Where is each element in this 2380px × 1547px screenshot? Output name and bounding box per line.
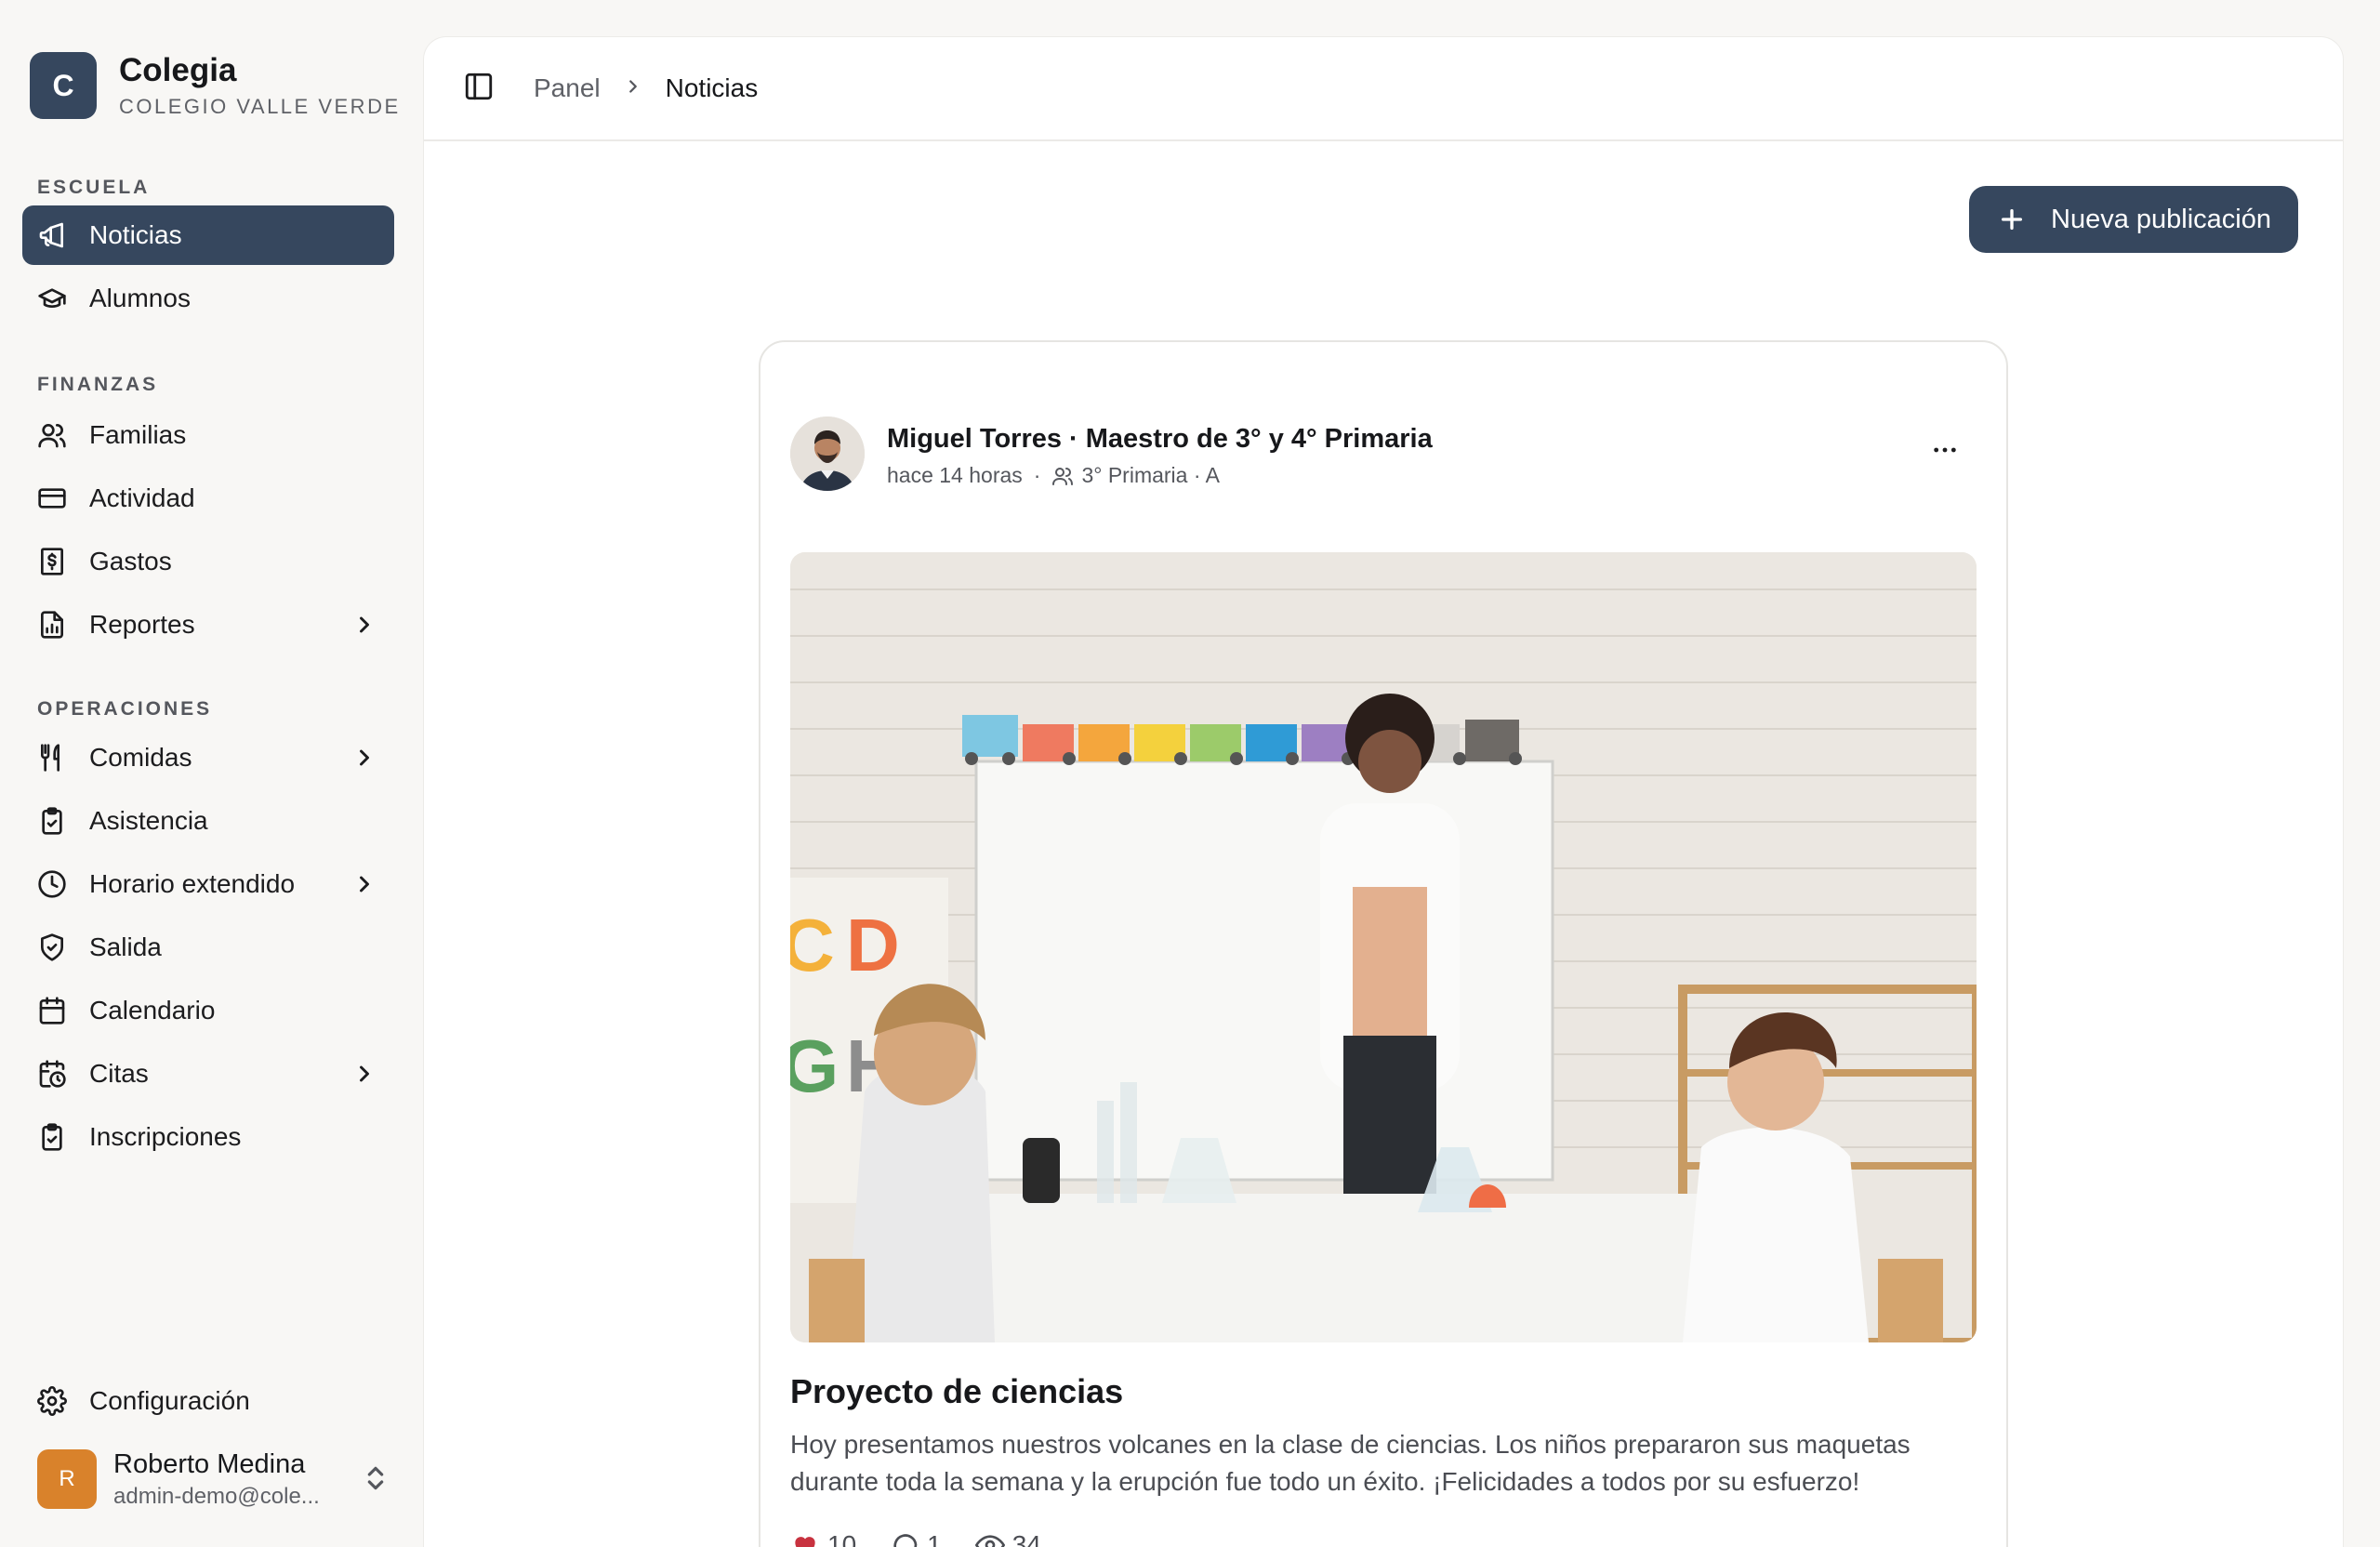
svg-text:G: G: [790, 1025, 839, 1107]
chevron-right-icon: [351, 871, 377, 897]
message-circle-icon: [893, 1534, 918, 1547]
brand-name: Colegia: [119, 52, 237, 88]
user-name: Roberto Medina: [113, 1448, 306, 1479]
brand[interactable]: C Colegia COLEGIO VALLE VERDE: [30, 52, 401, 119]
sidebar-item-reportes[interactable]: Reportes: [22, 595, 394, 654]
calendar-clock-icon: [37, 1059, 67, 1089]
sidebar-item-label: Inscripciones: [89, 1122, 242, 1151]
sidebar-item-label: Noticias: [89, 220, 182, 249]
plus-icon: [2002, 209, 2022, 230]
main-panel: Panel Noticias Nueva publicación Miguel …: [424, 37, 2343, 1547]
sidebar-item-label: Citas: [89, 1059, 149, 1088]
sidebar-item-noticias[interactable]: Noticias: [22, 205, 394, 265]
svg-text:D: D: [846, 904, 900, 986]
brand-logo: C: [30, 52, 97, 119]
breadcrumb-panel[interactable]: Panel: [534, 73, 601, 103]
post-stats: 10 1 34: [790, 1530, 1075, 1547]
topbar: Panel Noticias: [424, 37, 2343, 141]
chevron-right-icon: [351, 745, 377, 771]
sidebar-item-horario-extendido[interactable]: Horario extendido: [22, 854, 394, 914]
sidebar-item-label: Reportes: [89, 610, 195, 639]
calendar-icon: [37, 996, 67, 1025]
section-title-finanzas: FINANZAS: [37, 374, 159, 395]
post-time: hace 14 horas: [887, 463, 1023, 487]
sidebar-item-calendario[interactable]: Calendario: [22, 981, 394, 1040]
heart-icon: [795, 1537, 815, 1547]
like-count: 10: [827, 1530, 857, 1547]
author-avatar[interactable]: [790, 416, 865, 491]
section-title-escuela: ESCUELA: [37, 177, 151, 198]
clock-icon: [37, 869, 67, 899]
sidebar-item-inscripciones[interactable]: Inscripciones: [22, 1107, 394, 1167]
chevron-right-icon: [623, 73, 643, 103]
comment-button[interactable]: 1: [890, 1530, 942, 1547]
sidebar-item-gastos[interactable]: Gastos: [22, 532, 394, 591]
graduation-cap-icon: [37, 284, 67, 313]
sidebar-toggle-icon[interactable]: [463, 71, 495, 107]
users-icon: [1052, 467, 1074, 485]
sidebar-item-label: Salida: [89, 932, 162, 961]
sidebar-item-actividad[interactable]: Actividad: [22, 469, 394, 528]
sidebar-item-label: Familias: [89, 420, 187, 449]
sidebar: C Colegia COLEGIO VALLE VERDE ESCUELA No…: [0, 0, 418, 1547]
post-header: Miguel Torres · Maestro de 3° y 4° Prima…: [790, 416, 1980, 495]
post-audience: 3° Primaria · A: [1081, 463, 1220, 487]
chevrons-up-down-icon: [361, 1463, 390, 1498]
comment-count: 1: [927, 1530, 942, 1547]
user-menu[interactable]: R Roberto Medina admin-demo@cole...: [37, 1447, 390, 1512]
utensils-icon: [37, 743, 67, 773]
section-title-operaciones: OPERACIONES: [37, 698, 213, 720]
clipboard-check-icon: [37, 806, 67, 836]
chevron-right-icon: [351, 1061, 377, 1087]
sidebar-item-asistencia[interactable]: Asistencia: [22, 791, 394, 851]
new-post-button[interactable]: Nueva publicación: [1969, 186, 2298, 253]
post-options-button[interactable]: [1924, 430, 1965, 470]
post-body: Hoy presentamos nuestros volcanes en la …: [790, 1430, 1911, 1496]
breadcrumb-current: Noticias: [665, 73, 759, 102]
svg-text:C: C: [790, 904, 835, 986]
file-chart-icon: [37, 610, 67, 640]
shield-check-icon: [37, 932, 67, 962]
clipboard-list-icon: [37, 1122, 67, 1152]
brand-subtitle: COLEGIO VALLE VERDE: [119, 95, 401, 118]
breadcrumb: Panel Noticias: [534, 73, 758, 103]
sidebar-item-label: Asistencia: [89, 806, 208, 835]
post-title[interactable]: Proyecto de ciencias: [790, 1372, 1123, 1411]
user-email: admin-demo@cole...: [113, 1483, 320, 1509]
like-button[interactable]: 10: [790, 1530, 856, 1547]
sidebar-item-label: Horario extendido: [89, 869, 296, 898]
sidebar-item-label: Configuración: [89, 1386, 250, 1415]
avatar: R: [37, 1449, 97, 1509]
sidebar-item-label: Comidas: [89, 743, 192, 772]
sidebar-item-label: Alumnos: [89, 284, 191, 312]
sidebar-item-label: Gastos: [89, 547, 172, 575]
sidebar-item-citas[interactable]: Citas: [22, 1044, 394, 1104]
sidebar-item-comidas[interactable]: Comidas: [22, 728, 394, 787]
view-count: 34: [1012, 1530, 1041, 1547]
sidebar-item-alumnos[interactable]: Alumnos: [22, 269, 394, 328]
chevron-right-icon: [351, 612, 377, 638]
gear-icon: [37, 1386, 67, 1416]
sidebar-item-salida[interactable]: Salida: [22, 918, 394, 977]
megaphone-icon: [37, 220, 67, 250]
post-meta: hace 14 horas · 3° Primaria · A: [887, 463, 1220, 488]
post-photo[interactable]: C D G H: [790, 552, 1977, 1342]
app-root: C Colegia COLEGIO VALLE VERDE ESCUELA No…: [0, 0, 2380, 1547]
views-stat: 34: [974, 1530, 1041, 1547]
more-horizontal-icon: [1934, 447, 1956, 453]
user-info: Roberto Medina admin-demo@cole...: [113, 1449, 320, 1510]
new-post-label: Nueva publicación: [2051, 204, 2271, 234]
meta-separator: ·: [1033, 463, 1041, 487]
news-post-card: Miguel Torres · Maestro de 3° y 4° Prima…: [759, 340, 2008, 1547]
eye-icon: [974, 1535, 1005, 1547]
users-icon: [37, 420, 67, 450]
sidebar-item-label: Actividad: [89, 483, 195, 512]
sidebar-item-configuracion[interactable]: Configuración: [22, 1371, 394, 1431]
credit-card-icon: [37, 483, 67, 513]
brand-text: Colegia COLEGIO VALLE VERDE: [119, 52, 401, 119]
sidebar-item-familias[interactable]: Familias: [22, 405, 394, 465]
sidebar-item-label: Calendario: [89, 996, 216, 1025]
receipt-icon: [37, 547, 67, 576]
post-author[interactable]: Miguel Torres · Maestro de 3° y 4° Prima…: [887, 424, 1433, 455]
